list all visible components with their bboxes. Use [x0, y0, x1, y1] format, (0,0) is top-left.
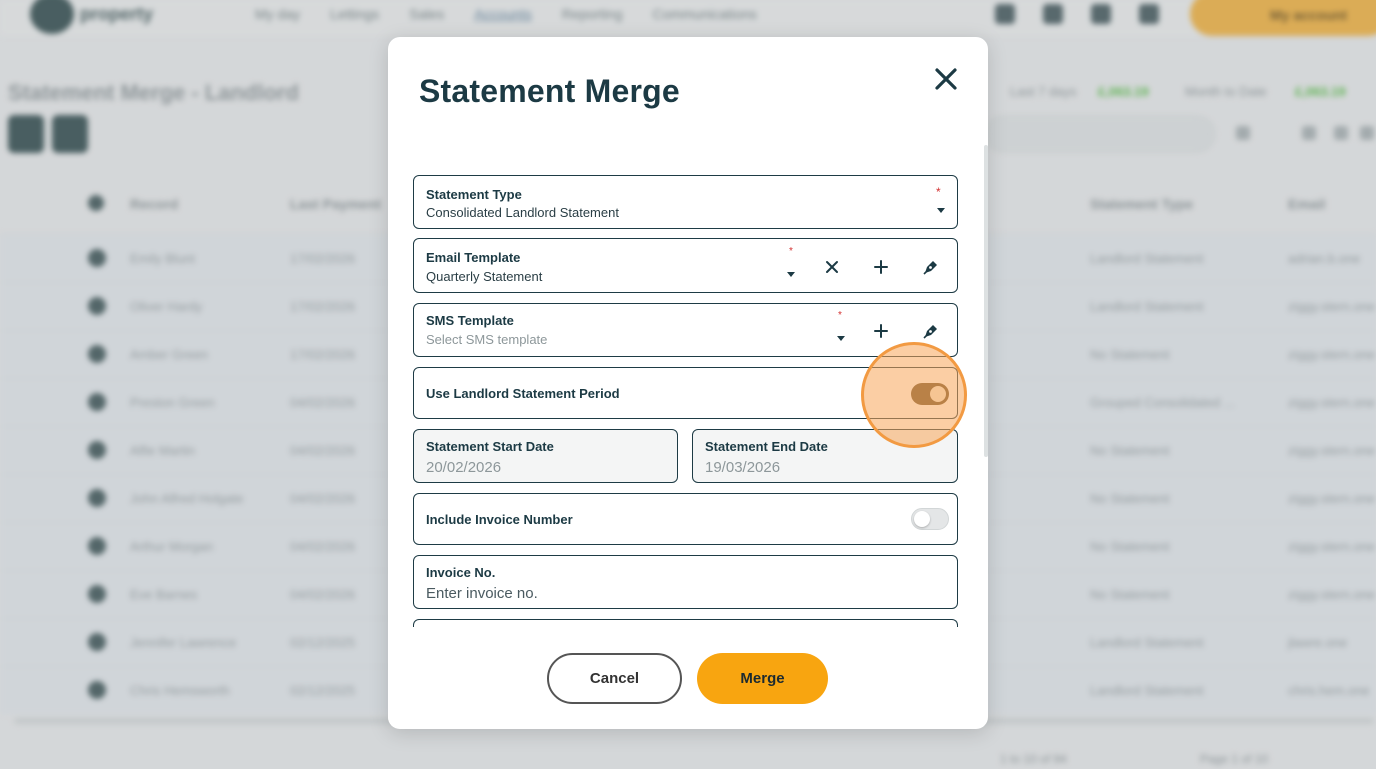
clear-icon [826, 261, 838, 273]
statement-merge-modal: Statement Merge Statement Type Consolida… [388, 37, 988, 729]
sms-template-label: SMS Template [426, 313, 514, 328]
chevron-down-icon[interactable] [787, 272, 795, 277]
statement-type-value: Consolidated Landlord Statement [426, 205, 619, 220]
start-date-label: Statement Start Date [426, 439, 554, 454]
modal-footer [388, 627, 984, 727]
required-marker: * [838, 310, 842, 321]
end-date-label: Statement End Date [705, 439, 828, 454]
close-icon [935, 68, 957, 90]
add-sms-template-button[interactable] [870, 320, 892, 342]
chevron-down-icon[interactable] [837, 336, 845, 341]
pen-icon [923, 325, 937, 339]
chevron-down-icon[interactable] [937, 208, 945, 213]
statement-type-label: Statement Type [426, 187, 522, 202]
statement-start-date-field[interactable]: Statement Start Date 20/02/2026 [413, 429, 678, 483]
email-template-value: Quarterly Statement [426, 269, 543, 284]
edit-sms-template-button[interactable] [920, 320, 942, 342]
include-invoice-toggle[interactable] [911, 508, 949, 530]
statement-type-select[interactable]: Statement Type Consolidated Landlord Sta… [413, 175, 958, 229]
modal-scrollbar[interactable] [984, 145, 988, 457]
edit-template-button[interactable] [920, 256, 942, 278]
required-marker: * [789, 246, 793, 257]
sms-template-select[interactable]: SMS Template Select SMS template * [413, 303, 958, 357]
modal-title: Statement Merge [419, 73, 680, 109]
invoice-number-label: Invoice No. [426, 565, 496, 580]
close-button[interactable] [932, 65, 960, 93]
cancel-button[interactable]: Cancel [547, 653, 682, 704]
email-template-label: Email Template [426, 250, 521, 265]
toggle-knob [914, 511, 930, 527]
use-landlord-period-label: Use Landlord Statement Period [426, 386, 620, 401]
plus-icon [874, 260, 888, 274]
add-template-button[interactable] [870, 256, 892, 278]
invoice-number-placeholder: Enter invoice no. [426, 585, 538, 602]
plus-icon [874, 324, 888, 338]
clear-button[interactable] [821, 256, 843, 278]
required-marker: * [936, 185, 941, 199]
use-landlord-period-toggle[interactable] [911, 383, 949, 405]
invoice-number-input[interactable]: Invoice No. Enter invoice no. [413, 555, 958, 609]
email-template-select[interactable]: Email Template Quarterly Statement * [413, 238, 958, 293]
use-landlord-period-row: Use Landlord Statement Period [413, 367, 958, 419]
statement-end-date-field[interactable]: Statement End Date 19/03/2026 [692, 429, 958, 483]
merge-button[interactable]: Merge [697, 653, 828, 704]
include-invoice-label: Include Invoice Number [426, 512, 573, 527]
start-date-value: 20/02/2026 [426, 459, 502, 476]
end-date-value: 19/03/2026 [705, 459, 781, 476]
include-invoice-row: Include Invoice Number [413, 493, 958, 545]
pen-icon [923, 261, 937, 275]
sms-template-placeholder: Select SMS template [426, 332, 548, 347]
toggle-knob [930, 386, 946, 402]
